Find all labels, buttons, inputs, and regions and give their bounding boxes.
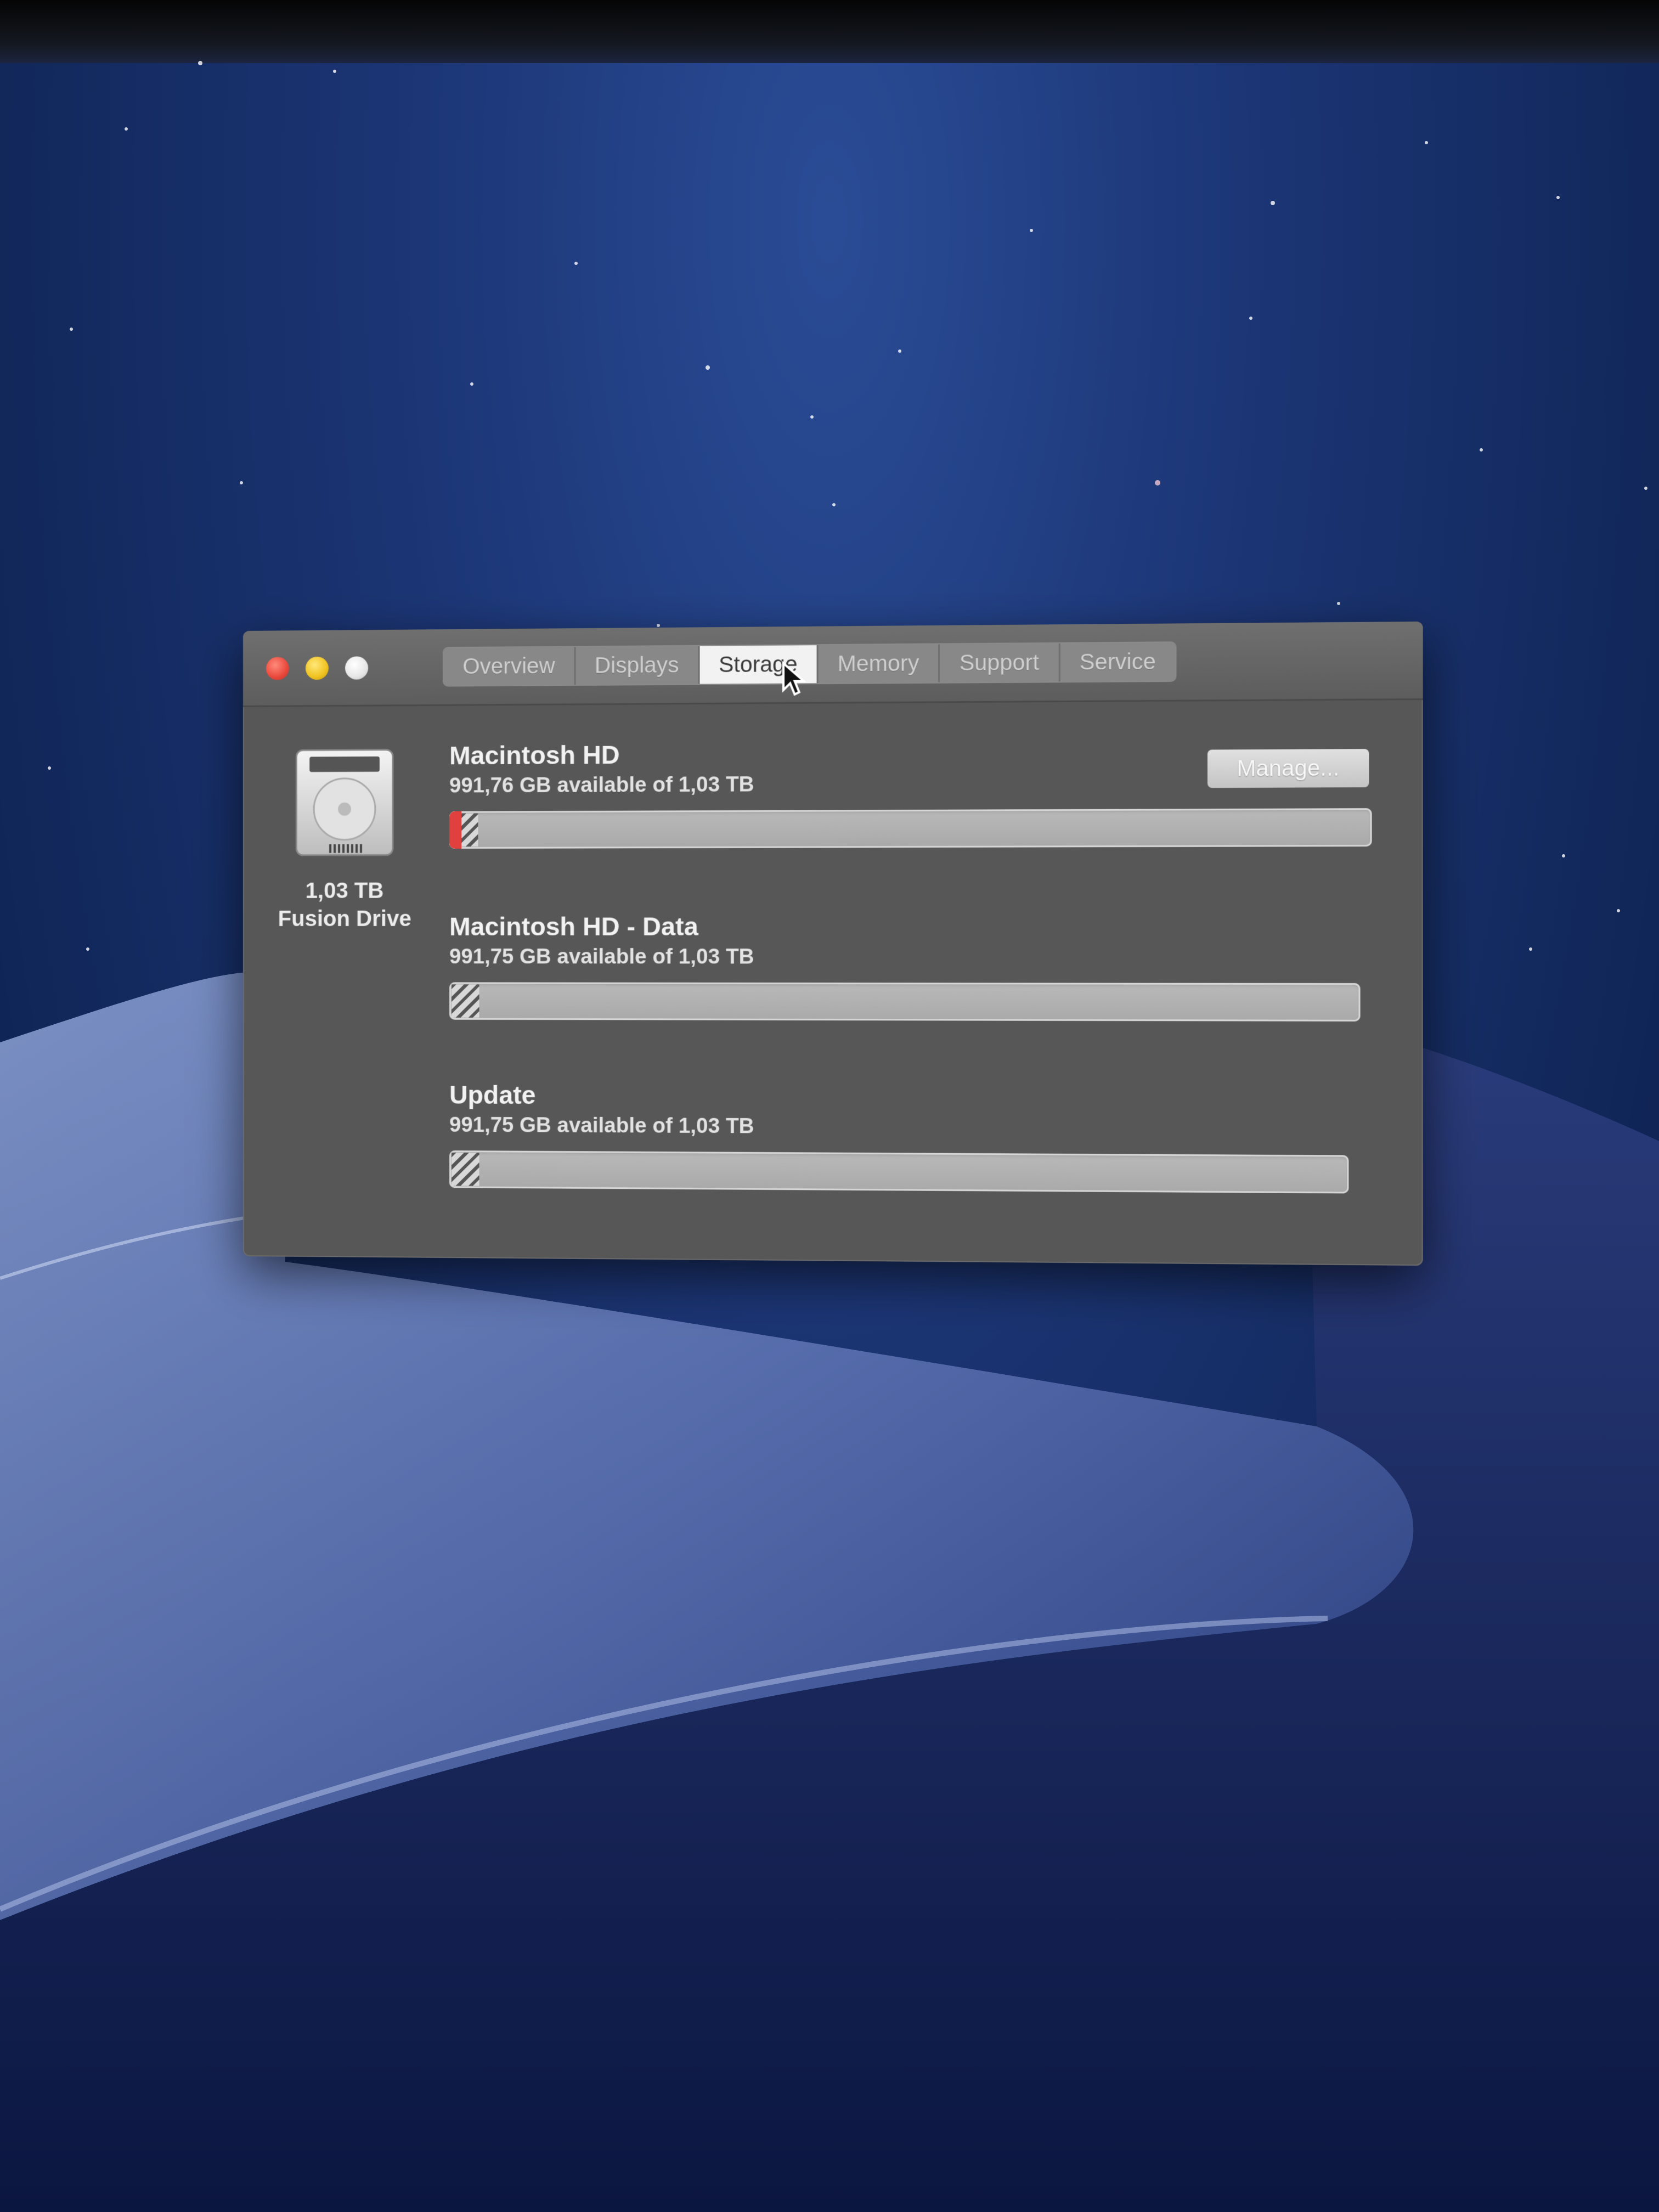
volume-macintosh-hd-data: Macintosh HD - Data 991,75 GB available … [449, 910, 1361, 1022]
volume-name: Update [449, 1080, 536, 1110]
tab-support[interactable]: Support [940, 643, 1060, 682]
tab-service[interactable]: Service [1060, 642, 1176, 682]
used-segment-other [452, 1153, 479, 1186]
volume-update: Update 991,75 GB available of 1,03 TB [449, 1079, 1349, 1194]
used-segment-other [452, 984, 479, 1018]
tab-overview[interactable]: Overview [443, 647, 576, 686]
about-this-mac-window: Overview Displays Storage Memory Support… [243, 621, 1423, 1266]
storage-bar [449, 1150, 1349, 1194]
window-titlebar: Overview Displays Storage Memory Support… [243, 621, 1423, 707]
drive-capacity: 1,03 TB [305, 878, 384, 903]
volume-availability: 991,76 GB available of 1,03 TB [449, 772, 754, 798]
storage-bar [449, 982, 1361, 1022]
minimize-button[interactable] [305, 656, 329, 680]
tab-displays[interactable]: Displays [575, 646, 700, 685]
volume-availability: 991,75 GB available of 1,03 TB [449, 945, 754, 969]
drive-type: Fusion Drive [278, 906, 411, 931]
volume-name: Macintosh HD - Data [449, 912, 698, 941]
hard-drive-icon [290, 746, 400, 864]
storage-bar [449, 808, 1372, 849]
volume-name: Macintosh HD [449, 740, 620, 770]
zoom-button[interactable] [345, 656, 369, 680]
used-segment-system [449, 811, 462, 849]
volume-macintosh-hd: Macintosh HD 991,76 GB available of 1,03… [449, 735, 1372, 849]
tab-memory[interactable]: Memory [818, 644, 940, 684]
close-button[interactable] [266, 657, 289, 680]
volume-availability: 991,75 GB available of 1,03 TB [449, 1113, 754, 1138]
mouse-cursor-icon [781, 661, 806, 697]
tab-bar: Overview Displays Storage Memory Support… [443, 642, 1176, 686]
used-segment-other [461, 813, 478, 847]
